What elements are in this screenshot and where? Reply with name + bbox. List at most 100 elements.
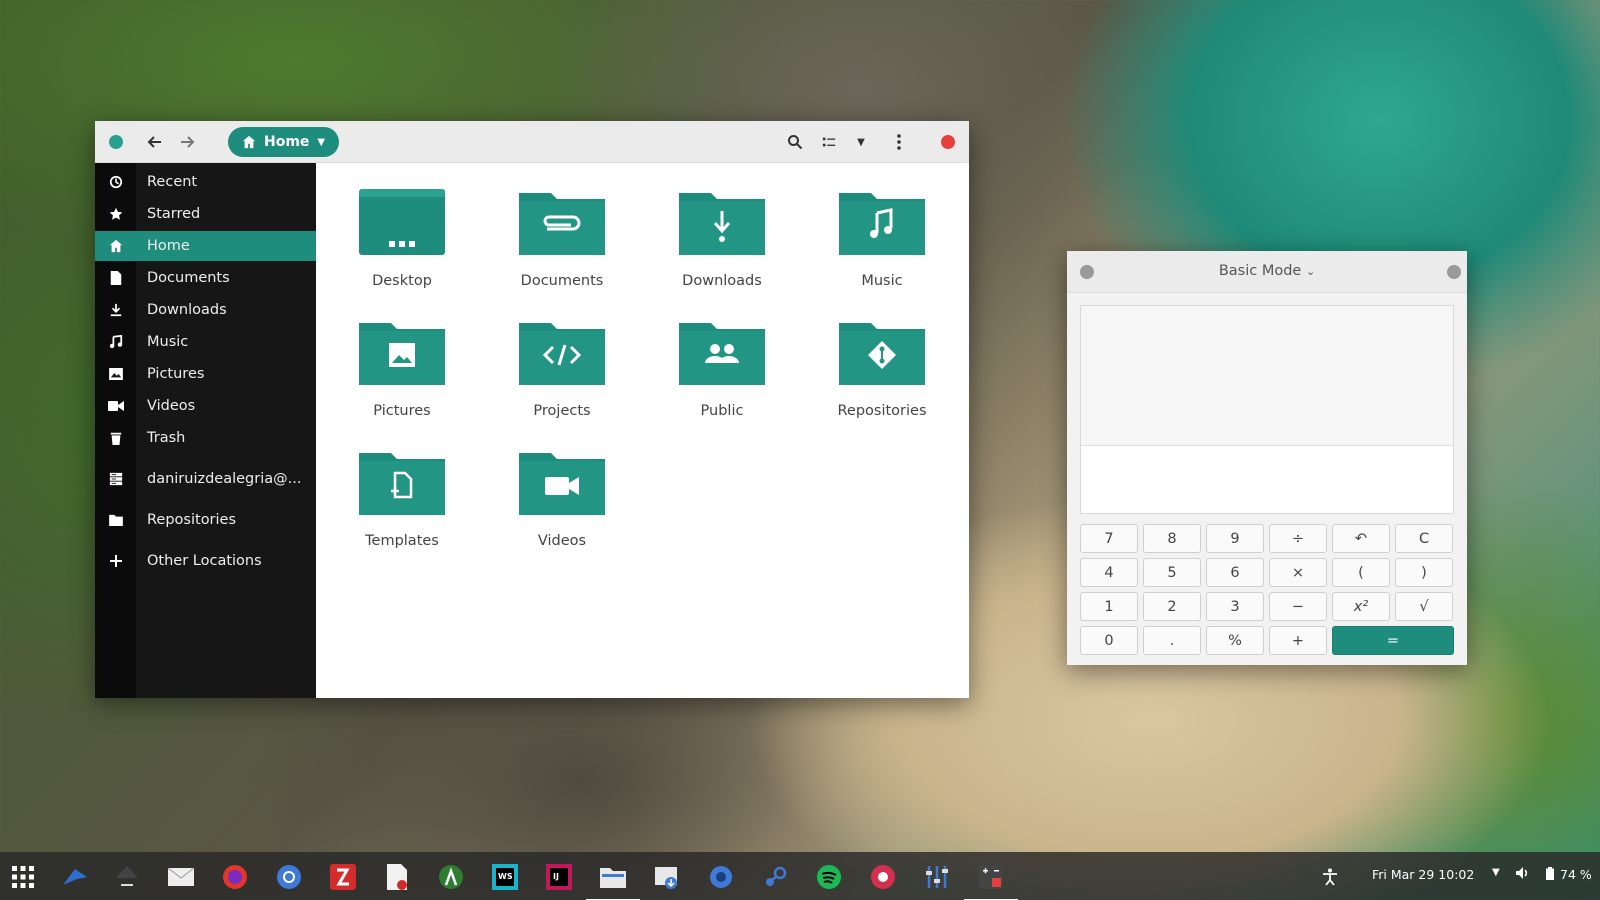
folder-music[interactable]: Music	[807, 187, 957, 307]
digit-9-button[interactable]: 9	[1206, 524, 1264, 553]
sidebar-item-home[interactable]: Home	[95, 231, 316, 261]
add-button[interactable]: +	[1269, 626, 1327, 655]
clock-datetime[interactable]: Fri Mar 29 10:02	[1372, 867, 1474, 882]
view-options-chevron-icon[interactable]: ▼	[849, 130, 873, 154]
history-area	[1081, 306, 1453, 446]
list-view-icon[interactable]	[817, 130, 841, 154]
digit-6-button[interactable]: 6	[1206, 558, 1264, 587]
folder-downloads[interactable]: Downloads	[647, 187, 797, 307]
sidebar-item-pictures[interactable]: Pictures	[95, 359, 316, 389]
sidebar-item-label: Recent	[147, 174, 198, 190]
forward-arrow-icon[interactable]	[175, 130, 199, 154]
folder-projects[interactable]: Projects	[487, 317, 637, 437]
terminal-arrow-icon[interactable]	[110, 860, 144, 894]
close-button[interactable]	[1447, 265, 1461, 279]
folder-public[interactable]: Public	[647, 317, 797, 437]
digit-5-button[interactable]: 5	[1143, 558, 1201, 587]
clear-button[interactable]: C	[1395, 524, 1453, 553]
decimal-point-button[interactable]: .	[1143, 626, 1201, 655]
folder-repositories[interactable]: Repositories	[807, 317, 957, 437]
percent-button[interactable]: %	[1206, 626, 1264, 655]
folder-icon	[95, 514, 136, 526]
sidebar-item-other-locations[interactable]: Other Locations	[95, 546, 316, 576]
android-studio-icon[interactable]	[434, 860, 468, 894]
webstorm-icon[interactable]: WS	[488, 860, 522, 894]
folder-label: Templates	[365, 533, 439, 549]
mixer-sliders-icon[interactable]	[920, 860, 954, 894]
places-sidebar: Recent Starred Home Documents Downloads …	[95, 163, 316, 698]
open-paren-button[interactable]: (	[1332, 558, 1390, 587]
system-menu-chevron-icon[interactable]: ▼	[1492, 867, 1500, 878]
bird-app-icon[interactable]	[58, 860, 92, 894]
people-folder-icon	[679, 323, 765, 385]
network-server-icon	[95, 472, 136, 486]
filezilla-icon[interactable]	[326, 860, 360, 894]
battery-icon[interactable]	[1546, 867, 1554, 883]
path-bar-home-button[interactable]: Home ▼	[228, 127, 340, 157]
digit-8-button[interactable]: 8	[1143, 524, 1201, 553]
multiply-button[interactable]: ×	[1269, 558, 1327, 587]
mode-selector[interactable]: Basic Mode ⌄	[1067, 263, 1467, 279]
package-installer-icon[interactable]	[650, 860, 684, 894]
accessibility-icon[interactable]	[1316, 860, 1344, 894]
steam-icon[interactable]	[758, 860, 792, 894]
divide-button[interactable]: ÷	[1269, 524, 1327, 553]
search-icon[interactable]	[783, 130, 807, 154]
chevron-down-icon: ▼	[317, 136, 326, 148]
calculator-window: Basic Mode ⌄ 7 8 9 ÷ ↶ C 4 5 6 × ( ) 1 2…	[1067, 251, 1467, 665]
folder-videos[interactable]: Videos	[487, 447, 637, 567]
digit-0-button[interactable]: 0	[1080, 626, 1138, 655]
volume-icon[interactable]	[1516, 867, 1530, 882]
lens-shutter-icon[interactable]	[866, 860, 900, 894]
text-editor-icon[interactable]	[380, 860, 414, 894]
desktop-folder-icon	[359, 189, 445, 255]
settings-gear-icon[interactable]	[704, 860, 738, 894]
digit-4-button[interactable]: 4	[1080, 558, 1138, 587]
folder-label: Pictures	[373, 403, 431, 419]
file-manager-icon[interactable]	[586, 860, 640, 900]
video-folder-icon	[519, 453, 605, 515]
mail-icon[interactable]	[164, 860, 198, 894]
sidebar-item-downloads[interactable]: Downloads	[95, 295, 316, 325]
digit-3-button[interactable]: 3	[1206, 592, 1264, 621]
folder-templates[interactable]: Templates	[327, 447, 477, 567]
subtract-button[interactable]: −	[1269, 592, 1327, 621]
folder-documents[interactable]: Documents	[487, 187, 637, 307]
svg-text:WS: WS	[498, 872, 513, 881]
digit-7-button[interactable]: 7	[1080, 524, 1138, 553]
trash-icon	[95, 431, 136, 445]
app-grid-icon[interactable]	[6, 860, 40, 894]
equals-button[interactable]: =	[1332, 626, 1454, 655]
folder-desktop[interactable]: Desktop	[327, 187, 477, 307]
digit-1-button[interactable]: 1	[1080, 592, 1138, 621]
sidebar-item-network-mount[interactable]: daniruizdealegria@...	[95, 464, 316, 494]
menu-kebab-icon[interactable]	[887, 130, 911, 154]
folder-pictures[interactable]: Pictures	[327, 317, 477, 437]
sidebar-item-documents[interactable]: Documents	[95, 263, 316, 293]
firefox-icon[interactable]	[218, 860, 252, 894]
sidebar-item-label: Trash	[147, 430, 186, 446]
sidebar-item-recent[interactable]: Recent	[95, 167, 316, 197]
sidebar-item-label: Repositories	[147, 512, 237, 528]
close-button[interactable]	[941, 135, 955, 149]
chromium-icon[interactable]	[272, 860, 306, 894]
undo-button[interactable]: ↶	[1332, 524, 1390, 553]
sidebar-item-trash[interactable]: Trash	[95, 423, 316, 453]
sidebar-item-music[interactable]: Music	[95, 327, 316, 357]
back-arrow-icon[interactable]	[143, 130, 167, 154]
star-icon	[95, 207, 136, 221]
sidebar-item-videos[interactable]: Videos	[95, 391, 316, 421]
window-menu-dot[interactable]	[109, 135, 123, 149]
square-button[interactable]: x²	[1332, 592, 1390, 621]
calculator-display[interactable]	[1080, 305, 1454, 514]
spotify-icon[interactable]	[812, 860, 846, 894]
intellij-idea-icon[interactable]: IJ	[542, 860, 576, 894]
plus-icon	[95, 555, 136, 567]
template-folder-icon	[359, 453, 445, 515]
sidebar-item-repositories[interactable]: Repositories	[95, 505, 316, 535]
digit-2-button[interactable]: 2	[1143, 592, 1201, 621]
calculator-icon[interactable]	[964, 860, 1018, 900]
sidebar-item-starred[interactable]: Starred	[95, 199, 316, 229]
square-root-button[interactable]: √	[1395, 592, 1453, 621]
close-paren-button[interactable]: )	[1395, 558, 1453, 587]
